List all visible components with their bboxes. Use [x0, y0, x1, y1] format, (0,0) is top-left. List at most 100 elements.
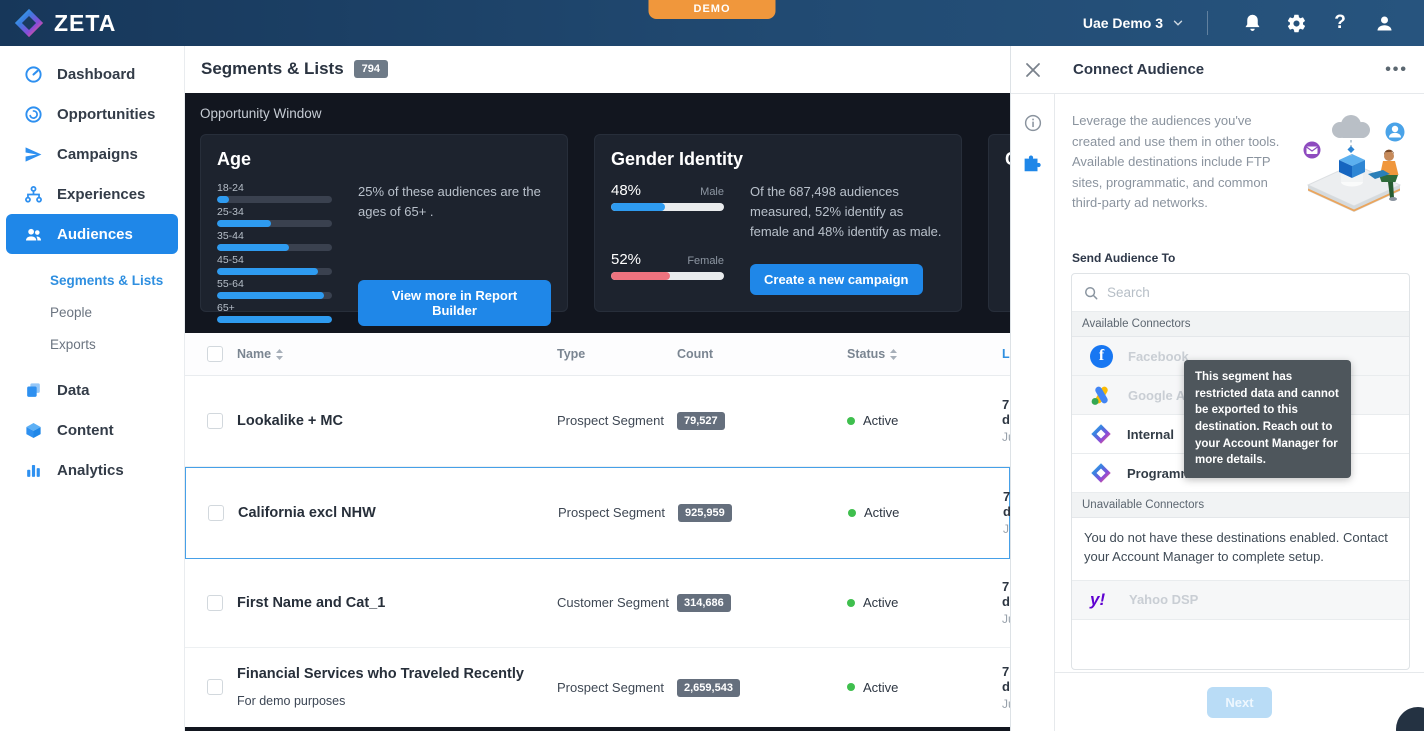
row-checkbox[interactable]	[207, 595, 223, 611]
people-icon	[24, 225, 43, 244]
brand-text: ZETA	[54, 10, 116, 37]
row-checkbox[interactable]	[207, 679, 223, 695]
opportunity-window-section: Opportunity Window Age 18-24 25-34 35-44…	[185, 93, 1010, 334]
sidebar-item-experiences[interactable]: Experiences	[6, 174, 178, 214]
status-label: Active	[863, 680, 898, 695]
zeta-logo-icon	[13, 7, 45, 39]
sidebar-item-label: Analytics	[57, 462, 124, 479]
sidebar-item-label: Experiences	[57, 186, 145, 203]
segment-type: Customer Segment	[557, 595, 677, 610]
sidebar-item-label: Opportunities	[57, 106, 155, 123]
profile-button[interactable]	[1362, 13, 1406, 34]
question-icon: ?	[1334, 12, 1346, 34]
gender-bar-chart: 48%Male 52%Female	[611, 182, 724, 295]
opportunity-window-title: Opportunity Window	[200, 106, 1010, 121]
sidebar-item-label: Audiences	[57, 226, 133, 243]
segment-name: First Name and Cat_1	[237, 595, 557, 611]
row-checkbox[interactable]	[207, 413, 223, 429]
notifications-button[interactable]	[1230, 13, 1274, 34]
count-badge: 79,527	[677, 412, 725, 430]
sidebar-item-opportunities[interactable]: Opportunities	[6, 94, 178, 134]
select-all-checkbox[interactable]	[207, 346, 223, 362]
restricted-data-tooltip: This segment has restricted data and can…	[1184, 360, 1351, 478]
segment-type: Prospect Segment	[557, 413, 677, 428]
sidebar-item-content[interactable]: Content	[6, 410, 178, 450]
column-header-type[interactable]: Type	[557, 347, 677, 361]
connectors-tab[interactable]	[1023, 154, 1043, 174]
column-header-name[interactable]: Name	[237, 347, 557, 361]
bell-icon	[1242, 13, 1263, 34]
gender-note: Of the 687,498 audiences measured, 52% i…	[750, 182, 945, 242]
sidebar-item-data[interactable]: Data	[6, 370, 178, 410]
chevron-down-icon	[1171, 16, 1185, 30]
age-note: 25% of these audiences are the ages of 6…	[358, 182, 551, 222]
last-modified-cell: 7 dJu	[1002, 397, 1010, 444]
account-label: Uae Demo 3	[1083, 15, 1163, 31]
table-row[interactable]: Lookalike + MC Prospect Segment 79,527 A…	[185, 376, 1010, 466]
sidebar-item-audiences[interactable]: Audiences	[6, 214, 178, 254]
gear-icon	[1286, 13, 1307, 34]
zeta-brand[interactable]: ZETA	[0, 7, 116, 39]
stacked-pages-icon	[24, 381, 43, 400]
status-label: Active	[864, 505, 899, 520]
sidebar-subitem-exports[interactable]: Exports	[0, 328, 184, 360]
column-header-last-modified[interactable]: La	[1002, 347, 1010, 361]
sidebar-item-campaigns[interactable]: Campaigns	[6, 134, 178, 174]
count-badge: 925,959	[678, 504, 732, 522]
last-modified-cell: 7 dJu	[1002, 664, 1010, 711]
status-dot	[848, 509, 856, 517]
sidebar-item-label: Data	[57, 382, 90, 399]
demo-ribbon: DEMO	[649, 0, 776, 19]
send-audience-to-label: Send Audience To	[1072, 251, 1424, 265]
connect-audience-panel: Connect Audience •••	[1010, 46, 1424, 731]
sidebar-item-dashboard[interactable]: Dashboard	[6, 54, 178, 94]
column-header-status[interactable]: Status	[847, 347, 1002, 361]
status-label: Active	[863, 413, 898, 428]
close-icon[interactable]	[1025, 62, 1041, 78]
target-swirl-icon	[24, 105, 43, 124]
table-row-selected[interactable]: California excl NHW Prospect Segment 925…	[185, 467, 1010, 559]
bar-chart-icon	[24, 461, 43, 480]
table-row[interactable]: First Name and Cat_1 Customer Segment 31…	[185, 559, 1010, 647]
report-builder-button[interactable]: View more in Report Builder	[358, 280, 551, 326]
top-navbar: ZETA DEMO Uae Demo 3 ?	[0, 0, 1424, 46]
sidebar-subitem-segments-lists[interactable]: Segments & Lists	[0, 264, 184, 296]
panel-description: Leverage the audiences you've created an…	[1072, 111, 1290, 229]
unavailable-connectors-header: Unavailable Connectors	[1072, 493, 1409, 518]
google-ads-icon	[1090, 384, 1113, 407]
segment-type: Prospect Segment	[557, 680, 677, 695]
table-header: Name Type Count Status La	[185, 333, 1010, 376]
connector-yahoo-dsp: y! Yahoo DSP	[1072, 581, 1409, 620]
yahoo-icon: y!	[1090, 590, 1114, 610]
account-switcher[interactable]: Uae Demo 3	[1083, 15, 1185, 31]
search-icon	[1084, 286, 1098, 300]
unavailable-note: You do not have these destinations enabl…	[1072, 518, 1409, 581]
info-tab[interactable]	[1024, 114, 1042, 132]
settings-button[interactable]	[1274, 13, 1318, 34]
sitemap-icon	[24, 185, 43, 204]
segment-subtitle: For demo purposes	[237, 694, 557, 708]
table-row[interactable]: Financial Services who Traveled Recently…	[185, 648, 1010, 728]
status-label: Active	[863, 595, 898, 610]
app-screen: ZETA DEMO Uae Demo 3 ?	[0, 0, 1424, 731]
row-checkbox[interactable]	[208, 505, 224, 521]
puzzle-icon	[1023, 154, 1043, 174]
dashboard-gauge-icon	[24, 65, 43, 84]
column-header-count[interactable]: Count	[677, 347, 847, 361]
last-modified-cell: 7 dJu	[1002, 579, 1010, 626]
segment-type: Prospect Segment	[558, 505, 678, 520]
age-card: Age 18-24 25-34 35-44 45-54 55-64 65+	[200, 134, 568, 312]
next-button[interactable]: Next	[1207, 687, 1271, 718]
last-modified-cell: 7 dJu	[1003, 489, 1010, 536]
panel-menu-button[interactable]: •••	[1385, 61, 1424, 79]
connector-search-input[interactable]	[1107, 285, 1397, 300]
sidebar-item-analytics[interactable]: Analytics	[6, 450, 178, 490]
create-campaign-button[interactable]: Create a new campaign	[750, 264, 923, 295]
sidebar-subitem-people[interactable]: People	[0, 296, 184, 328]
help-button[interactable]: ?	[1318, 12, 1362, 34]
status-dot	[847, 599, 855, 607]
sidebar-item-label: Content	[57, 422, 114, 439]
sort-icon	[890, 349, 897, 360]
panel-title: Connect Audience	[1055, 61, 1385, 78]
count-badge: 2,659,543	[677, 679, 740, 697]
